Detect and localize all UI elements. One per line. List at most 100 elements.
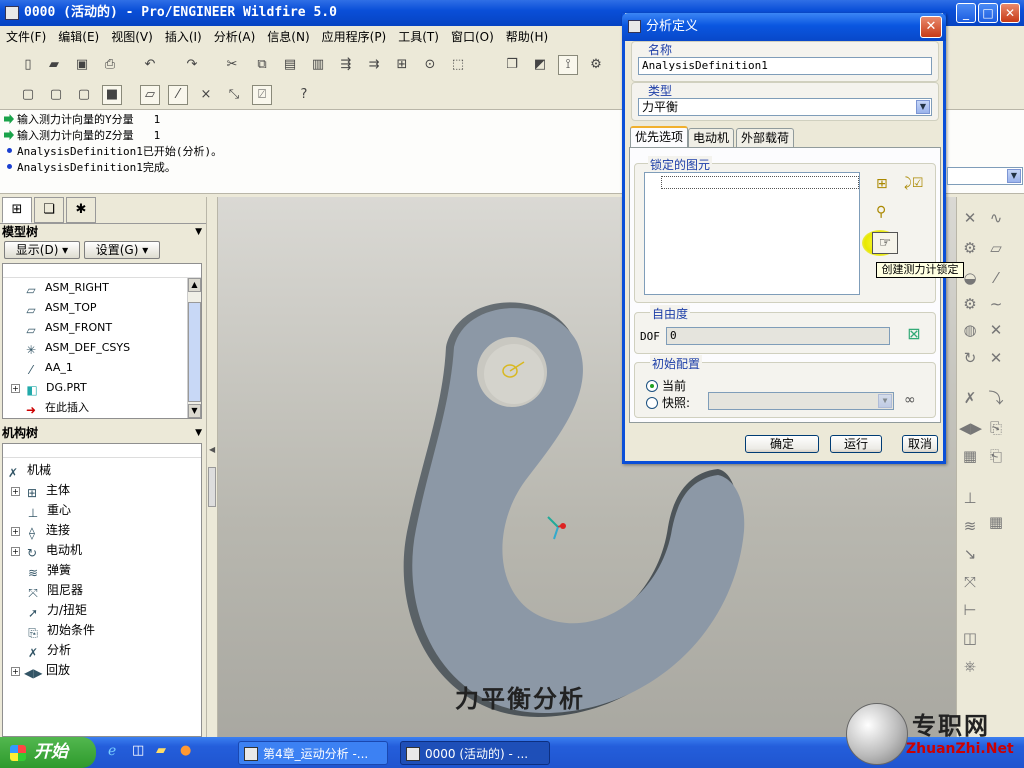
- ok-button[interactable]: 确定: [745, 435, 819, 453]
- gear-settings-icon[interactable]: ⚙: [959, 293, 981, 315]
- radio-selected-icon[interactable]: [646, 380, 658, 392]
- lock-tool-icon[interactable]: ⎈: [959, 655, 981, 677]
- type-select[interactable]: 力平衡 ▼: [638, 98, 932, 116]
- folder-icon[interactable]: ▰: [156, 743, 172, 759]
- radio-unselected-icon[interactable]: [646, 397, 658, 409]
- expand-icon[interactable]: +: [11, 667, 20, 676]
- tree-item-gravity[interactable]: ⊥ 重心: [25, 500, 71, 520]
- expand-icon[interactable]: +: [11, 384, 20, 393]
- redo-icon[interactable]: ↷: [182, 55, 202, 75]
- start-button[interactable]: 开始: [0, 737, 96, 768]
- datum-axes-toggle-icon[interactable]: ⁄: [168, 85, 188, 105]
- create-dynamometer-lock-button[interactable]: ☞: [872, 232, 898, 254]
- tree-item-initial-conditions[interactable]: ⎘ 初始条件: [25, 620, 95, 640]
- menu-window[interactable]: 窗口(O): [445, 26, 500, 47]
- expand-icon[interactable]: +: [11, 547, 20, 556]
- regen-manager-icon[interactable]: ⇉: [364, 55, 384, 75]
- menu-analysis[interactable]: 分析(A): [208, 26, 262, 47]
- weld-icon[interactable]: ✕: [985, 319, 1007, 341]
- tree-item[interactable]: ▱ ASM_TOP: [23, 298, 96, 318]
- spring-tool-icon[interactable]: ≋: [959, 515, 981, 537]
- save-icon[interactable]: ▣: [72, 55, 92, 75]
- dialog-titlebar[interactable]: 分析定义: [622, 13, 946, 41]
- tree-item-connections[interactable]: + ⟠ 连接: [11, 520, 70, 540]
- ie-icon[interactable]: ℯ: [108, 743, 124, 759]
- body-lock-icon[interactable]: ⊞: [876, 176, 896, 196]
- connection-lock-icon[interactable]: ⤸☑: [904, 176, 926, 196]
- snapshot-preview-icon[interactable]: ∞: [904, 392, 916, 408]
- tree-item-forces[interactable]: ➚ 力/扭矩: [25, 600, 87, 620]
- print-icon[interactable]: ⎙: [100, 55, 120, 75]
- menu-applications[interactable]: 应用程序(P): [316, 26, 393, 47]
- tree-item[interactable]: ✳ ASM_DEF_CSYS: [23, 338, 130, 358]
- tab-external-loads[interactable]: 外部载荷: [736, 128, 795, 148]
- copy-icon[interactable]: ⧉: [252, 55, 272, 75]
- graph-tool-icon[interactable]: ▦: [959, 445, 981, 467]
- desktop-icon[interactable]: ◫: [132, 743, 148, 759]
- find-icon[interactable]: ⊞: [392, 55, 412, 75]
- annotation-toggle-icon[interactable]: ⍁: [252, 85, 272, 105]
- maximize-button[interactable]: □: [978, 3, 998, 23]
- joint-tool-icon[interactable]: ⊢: [959, 599, 981, 621]
- tab-model-tree[interactable]: ⊞: [2, 197, 32, 223]
- menu-insert[interactable]: 插入(I): [159, 26, 208, 47]
- model-tree-scrollbar[interactable]: ▲ ▼: [187, 278, 201, 418]
- show-dropdown-button[interactable]: 显示(D) ▾: [4, 241, 80, 259]
- tree-item-springs[interactable]: ≋ 弹簧: [25, 560, 71, 580]
- gear-pair-icon[interactable]: ⚙: [959, 237, 981, 259]
- view-hidden-icon[interactable]: ▢: [46, 85, 66, 105]
- menu-tools[interactable]: 工具(T): [392, 26, 445, 47]
- analysis-tool-icon[interactable]: ✗: [959, 387, 981, 409]
- tab-motors[interactable]: 电动机: [688, 128, 735, 148]
- export-tool-icon[interactable]: ⎗: [985, 445, 1007, 467]
- table-tool-icon[interactable]: ▦: [985, 511, 1007, 533]
- connection-tool-icon[interactable]: ✕: [959, 207, 981, 229]
- locked-entities-list[interactable]: [644, 172, 860, 295]
- scroll-down-icon[interactable]: ▼: [188, 404, 201, 418]
- new-file-icon[interactable]: ▯: [18, 55, 38, 75]
- csys-toggle-icon[interactable]: ⤡: [224, 85, 244, 105]
- undo-icon[interactable]: ↶: [140, 55, 160, 75]
- slot-tool-icon[interactable]: ▱: [985, 237, 1007, 259]
- body-tool-icon[interactable]: ◫: [959, 627, 981, 649]
- tree-item[interactable]: ⁄ AA_1: [23, 358, 73, 378]
- taskbar-item-proe[interactable]: 0000 (活动的) - ...: [400, 741, 550, 765]
- results-tool-icon[interactable]: ⎘: [985, 417, 1007, 439]
- cam-tool-icon[interactable]: ∿: [985, 207, 1007, 229]
- regenerate-icon[interactable]: ⇶: [336, 55, 356, 75]
- minimize-button[interactable]: _: [956, 3, 976, 23]
- chevron-down-icon[interactable]: ▼: [1007, 169, 1021, 183]
- search-binoculars-icon[interactable]: ⊙: [420, 55, 440, 75]
- view-wireframe-icon[interactable]: ▢: [74, 85, 94, 105]
- run-button[interactable]: 运行: [830, 435, 882, 453]
- paste-icon[interactable]: ▤: [280, 55, 300, 75]
- firefox-icon[interactable]: ●: [180, 743, 196, 759]
- playback-tool-icon[interactable]: ◀▶: [959, 417, 982, 439]
- scroll-thumb[interactable]: [188, 302, 201, 402]
- tree-item-dampers[interactable]: ⤧ 阻尼器: [25, 580, 83, 600]
- tab-favorites[interactable]: ✱: [66, 197, 96, 223]
- chevron-down-icon[interactable]: ▼: [916, 100, 930, 114]
- expand-icon[interactable]: +: [11, 527, 20, 536]
- dynamometer-lock-icon[interactable]: ⚲: [876, 204, 898, 226]
- cut-icon[interactable]: ✂: [222, 55, 242, 75]
- rotate-tool-icon[interactable]: ↻: [959, 347, 981, 369]
- repaint-icon[interactable]: ◩: [530, 55, 550, 75]
- drag-tool-icon[interactable]: ✕: [985, 347, 1007, 369]
- dialog-close-button[interactable]: ✕: [920, 16, 942, 38]
- compute-dof-icon[interactable]: ⊠: [902, 324, 926, 346]
- menu-help[interactable]: 帮助(H): [500, 26, 554, 47]
- name-field[interactable]: AnalysisDefinition1: [638, 57, 932, 75]
- cancel-button[interactable]: 取消: [902, 435, 938, 453]
- tree-item-motors[interactable]: + ↻ 电动机: [11, 540, 82, 560]
- radio-snapshot[interactable]: 快照:: [646, 394, 690, 411]
- cam-follower-icon[interactable]: ◍: [959, 319, 981, 341]
- windows-icon[interactable]: ❐: [502, 55, 522, 75]
- tree-item-analyses[interactable]: ✗ 分析: [25, 640, 71, 660]
- force-tool-icon[interactable]: ↘: [959, 543, 981, 565]
- close-window-button[interactable]: ✕: [1000, 3, 1020, 23]
- menu-info[interactable]: 信息(N): [261, 26, 315, 47]
- gear-settings-icon[interactable]: ⚙: [586, 55, 606, 75]
- mechanism-icon[interactable]: ⟟: [558, 55, 578, 75]
- damper-tool-icon[interactable]: ⤧: [959, 571, 981, 593]
